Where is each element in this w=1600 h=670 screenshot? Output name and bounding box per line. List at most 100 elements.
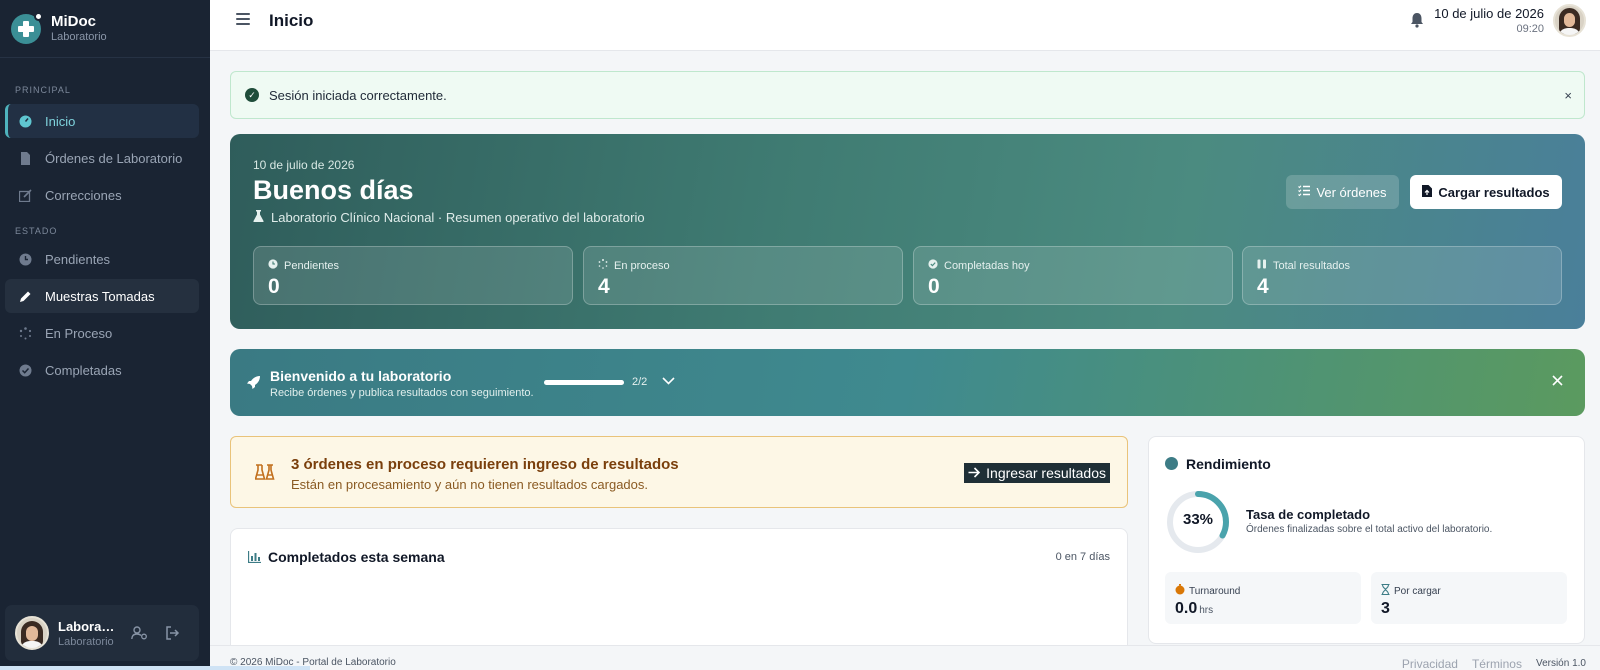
pending-results-warning: 3 órdenes en proceso requieren ingreso d… [230, 436, 1128, 508]
view-orders-button[interactable]: Ver órdenes [1286, 175, 1399, 209]
version-label: Versión 1.0 [1535, 658, 1586, 669]
check-circle-icon: ✓ [245, 88, 259, 102]
stat-label: Pendientes [268, 259, 339, 272]
bell-icon[interactable] [1408, 11, 1426, 29]
hero-date: 10 de julio de 2026 [253, 158, 355, 172]
stat-card-completadas-hoy: Completadas hoy 0 [913, 246, 1233, 305]
dashboard-icon [19, 115, 32, 128]
section-label-principal: PRINCIPAL [15, 85, 71, 95]
sidebar-item-inicio[interactable]: Inicio [5, 104, 199, 138]
hero-banner: 10 de julio de 2026 Buenos días Laborato… [230, 134, 1585, 329]
check-circle-icon [19, 364, 32, 377]
user-role: Laboratorio [58, 635, 114, 648]
stat-value: 0 [928, 275, 940, 298]
onboarding-progress-bar [544, 380, 624, 385]
sidebar-item-label: Órdenes de Laboratorio [45, 150, 183, 166]
stat-label-text: Completadas hoy [944, 259, 1030, 272]
turnaround-unit: hrs [1199, 605, 1214, 616]
section-label-estado: ESTADO [15, 226, 58, 236]
greeting: Buenos días [253, 175, 414, 205]
onboarding-subtitle: Recibe órdenes y publica resultados con … [270, 387, 534, 399]
sidebar-item-muestras-tomadas[interactable]: Muestras Tomadas [5, 279, 199, 313]
stat-label: Completadas hoy [928, 259, 1030, 272]
enter-results-button[interactable]: Ingresar resultados [964, 463, 1110, 483]
flask-warning-icon [254, 464, 275, 486]
performance-card: Rendimiento 33% Tasa de completado Órden… [1148, 436, 1585, 644]
arrow-right-icon [968, 465, 981, 481]
brand[interactable]: MiDoc Laboratorio [0, 0, 210, 58]
close-icon[interactable]: × [1564, 88, 1572, 103]
stat-label-text: Pendientes [284, 259, 340, 272]
avatar[interactable] [15, 616, 49, 650]
onboarding-banner: Bienvenido a tu laboratorio Recibe órden… [230, 349, 1585, 416]
clock-icon [19, 253, 32, 266]
footer: © 2026 MiDoc - Portal de Laboratorio Pri… [210, 645, 1600, 670]
sidebar-item-pendientes[interactable]: Pendientes [5, 242, 199, 276]
weekly-completed-title: Completados esta semana [268, 549, 445, 565]
pending-upload-card: Por cargar 3 [1371, 572, 1567, 624]
stat-value: 4 [598, 275, 610, 298]
sidebar-item-label: Completadas [45, 362, 122, 378]
pending-upload-value: 3 [1381, 600, 1390, 617]
warning-subtitle: Están en procesamiento y aún no tienen r… [291, 477, 649, 492]
current-date: 10 de julio de 2026 [1434, 6, 1544, 21]
stopwatch-icon [1175, 584, 1185, 598]
privacy-link[interactable]: Privacidad [1402, 657, 1458, 670]
stat-value: 0 [268, 275, 280, 298]
current-time: 09:20 [1516, 23, 1544, 35]
list-check-icon [1298, 185, 1311, 199]
current-datetime: 10 de julio de 2026 09:20 [1434, 6, 1544, 35]
turnaround-label-text: Turnaround [1189, 585, 1241, 597]
weekly-completed-count: 0 en 7 días [1055, 551, 1110, 563]
warning-title: 3 órdenes en proceso requieren ingreso d… [291, 456, 679, 473]
gauge-icon [1165, 457, 1178, 470]
check-circle-icon [928, 259, 938, 272]
onboarding-title: Bienvenido a tu laboratorio [270, 368, 452, 384]
onboarding-progress-count: 2/2 [632, 376, 648, 388]
sidebar-item-ordenes[interactable]: Órdenes de Laboratorio [5, 141, 199, 175]
page-title: Inicio [269, 11, 314, 30]
sidebar-item-label: En Proceso [45, 325, 113, 341]
sidebar-item-en-proceso[interactable]: En Proceso [5, 316, 199, 350]
brand-name: MiDoc [51, 13, 96, 30]
weekly-completed-card: Completados esta semana 0 en 7 días [230, 528, 1128, 658]
chevron-down-icon[interactable] [662, 373, 675, 388]
user-name: Laboratorio [58, 618, 116, 634]
avatar[interactable] [1553, 4, 1586, 37]
top-bar: Inicio 10 de julio de 2026 09:20 [210, 0, 1600, 51]
completion-rate-title: Tasa de completado [1246, 507, 1371, 522]
flask-icon [253, 210, 264, 225]
stat-card-en-proceso: En proceso 4 [583, 246, 903, 305]
completion-percent: 33% [1182, 511, 1214, 528]
stat-label: Total resultados [1257, 259, 1350, 272]
stat-label-text: Total resultados [1273, 259, 1351, 272]
hero-subtitle: Laboratorio Clínico Nacional · Resumen o… [253, 210, 645, 225]
sidebar-item-label: Correcciones [45, 187, 122, 203]
user-card: Laboratorio Laboratorio [5, 605, 199, 661]
sidebar-item-completadas[interactable]: Completadas [5, 353, 199, 387]
file-icon [19, 151, 32, 165]
browser-status-bar [0, 666, 310, 670]
terms-link[interactable]: Términos [1472, 657, 1522, 670]
completion-rate-subtitle: Órdenes finalizadas sobre el total activ… [1246, 524, 1493, 535]
spinner-icon [598, 259, 608, 272]
close-icon[interactable] [1552, 373, 1563, 389]
stat-card-total-resultados: Total resultados 4 [1242, 246, 1562, 305]
clock-icon [268, 259, 278, 272]
spinner-icon [19, 326, 32, 340]
sidebar-item-label: Inicio [45, 113, 76, 129]
switch-user-icon[interactable] [129, 623, 149, 643]
medical-cross-logo-icon [11, 11, 43, 44]
logout-icon[interactable] [162, 623, 182, 643]
sidebar-item-correcciones[interactable]: Correcciones [5, 178, 199, 212]
stat-card-pendientes: Pendientes 0 [253, 246, 573, 305]
brand-subtitle: Laboratorio [51, 31, 107, 43]
progress-fill [544, 380, 624, 385]
upload-results-button[interactable]: Cargar resultados [1410, 175, 1562, 209]
enter-results-label: Ingresar resultados [986, 465, 1106, 481]
stat-label: En proceso [598, 259, 670, 272]
hero-subtitle-text: Laboratorio Clínico Nacional · Resumen o… [271, 210, 645, 225]
pen-icon [19, 290, 32, 303]
sidebar-item-label: Pendientes [45, 251, 111, 267]
hamburger-menu-icon[interactable] [236, 13, 250, 25]
